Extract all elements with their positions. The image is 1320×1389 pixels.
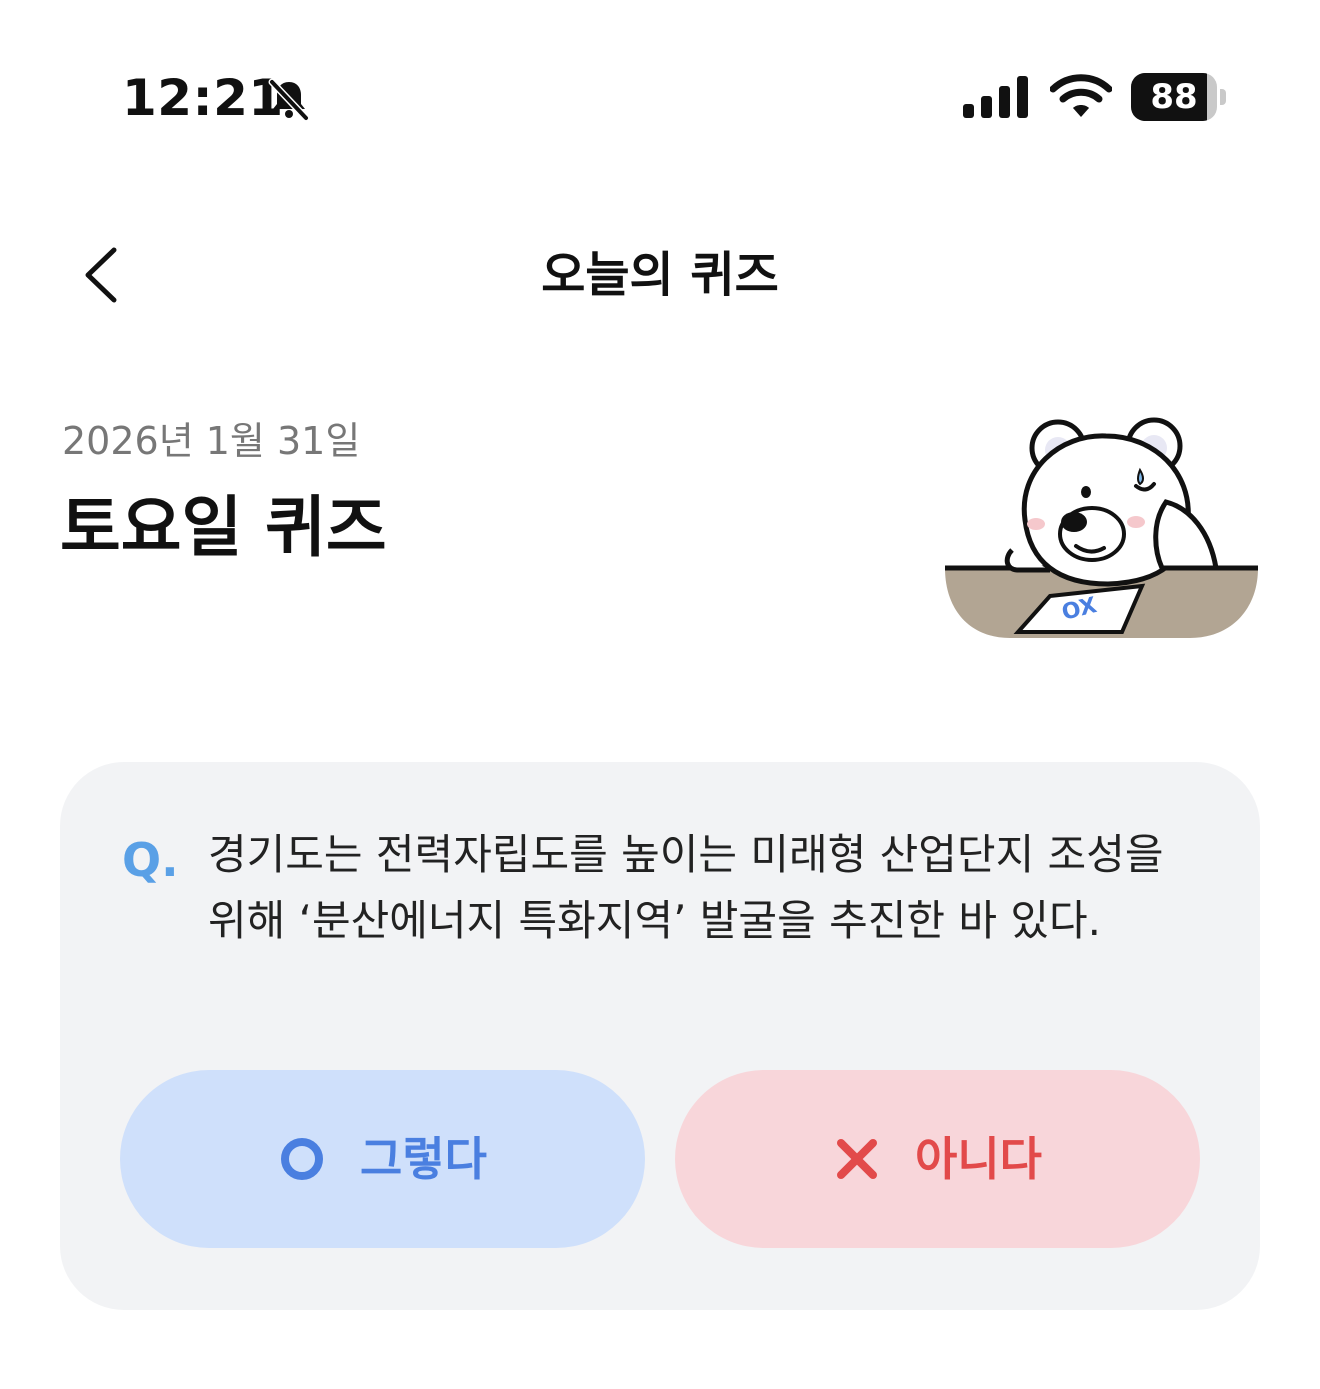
polar-bear-illustration: OX xyxy=(945,417,1258,638)
x-mark-icon xyxy=(837,1139,878,1179)
battery-cap xyxy=(1220,89,1226,105)
question-marker: Q. xyxy=(122,833,179,887)
circle-o-icon xyxy=(281,1138,324,1180)
wifi-icon xyxy=(1050,74,1112,117)
status-time: 12:21 xyxy=(122,69,284,127)
battery-indicator: 88 xyxy=(1131,73,1227,121)
quiz-title: 토요일 퀴즈 xyxy=(60,489,387,566)
battery-level: 88 xyxy=(1150,77,1198,117)
answer-yes-label: 그렇다 xyxy=(360,1132,487,1186)
cellular-signal-icon xyxy=(963,76,1028,118)
bell-slash-icon xyxy=(268,78,310,122)
page-title: 오늘의 퀴즈 xyxy=(541,247,779,303)
answer-no-label: 아니다 xyxy=(915,1132,1042,1186)
answer-no-button[interactable]: 아니다 xyxy=(675,1070,1200,1248)
quiz-date: 2026년 1월 31일 xyxy=(62,419,361,463)
status-bar: 12:21 88 xyxy=(0,0,1320,190)
answer-yes-button[interactable]: 그렇다 xyxy=(120,1070,645,1248)
question-card: Q. 경기도는 전력자립도를 높이는 미래형 산업단지 조성을 위해 ‘분산에너… xyxy=(60,762,1260,1310)
question-text: 경기도는 전력자립도를 높이는 미래형 산업단지 조성을 위해 ‘분산에너지 특… xyxy=(208,830,1164,945)
